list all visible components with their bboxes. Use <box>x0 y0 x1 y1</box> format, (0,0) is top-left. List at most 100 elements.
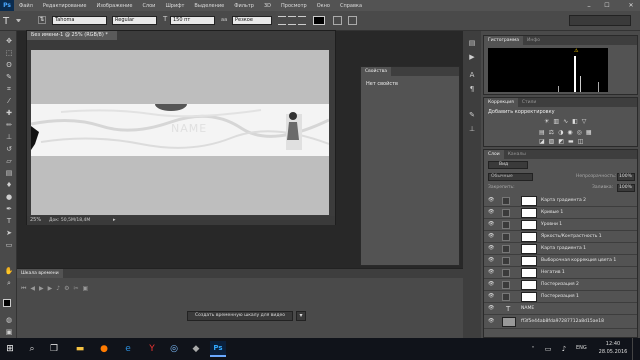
layer-row[interactable]: 👁 Постеризация 1 <box>484 291 637 303</box>
type-tool-icon[interactable]: T <box>4 217 14 226</box>
vibrance-icon[interactable]: ▽ <box>582 118 587 125</box>
layer-row[interactable]: 👁 Негатив 1 <box>484 267 637 279</box>
screen-mode-icon[interactable]: ▣ <box>4 328 14 337</box>
doc-info-arrow-icon[interactable]: ▸ <box>113 216 116 225</box>
layer-row[interactable]: 👁 Выборочная коррекция цвета 1 <box>484 255 637 267</box>
visibility-eye-icon[interactable]: 👁 <box>488 198 494 203</box>
brush-panel-icon[interactable]: ✎ <box>467 111 477 120</box>
firefox-icon[interactable]: ● <box>96 341 112 357</box>
quick-mask-icon[interactable]: ◍ <box>4 316 14 325</box>
visibility-eye-icon[interactable]: 👁 <box>488 246 494 251</box>
character-panel-icon[interactable] <box>348 16 357 25</box>
stamp-tool-icon[interactable]: ⊥ <box>4 133 14 142</box>
menu-image[interactable]: Изображение <box>91 3 137 9</box>
blur-tool-icon[interactable]: ♦ <box>4 181 14 190</box>
close-button[interactable]: ✕ <box>622 0 640 11</box>
layer-row[interactable]: 👁 Карта градиента 1 <box>484 243 637 255</box>
menu-type[interactable]: Шрифт <box>160 3 189 9</box>
character-panel-icon[interactable]: A <box>467 71 477 80</box>
shape-tool-icon[interactable]: ▭ <box>4 241 14 250</box>
visibility-eye-icon[interactable]: 👁 <box>488 294 494 299</box>
edge-icon[interactable]: e <box>120 341 136 357</box>
layer-row[interactable]: 👁 Постеризация 2 <box>484 279 637 291</box>
tab-layers[interactable]: Слои <box>484 150 504 159</box>
visibility-eye-icon[interactable]: 👁 <box>488 222 494 227</box>
visibility-eye-icon[interactable]: 👁 <box>488 210 494 215</box>
volume-icon[interactable]: ♪ <box>556 341 572 357</box>
eyedropper-tool-icon[interactable]: ⁄ <box>4 97 14 106</box>
tab-adjustments[interactable]: Коррекция <box>484 98 518 107</box>
canvas[interactable]: NAME <box>31 50 329 215</box>
layer-mask-thumbnail[interactable] <box>521 196 537 206</box>
menu-select[interactable]: Выделение <box>189 3 229 9</box>
layer-filter-select[interactable]: Вид <box>488 161 528 169</box>
visibility-eye-icon[interactable]: 👁 <box>488 282 494 287</box>
menu-3d[interactable]: 3D <box>259 3 276 9</box>
tab-timeline[interactable]: Шкала времени <box>17 269 63 278</box>
next-frame-icon[interactable]: ▶ <box>48 285 53 295</box>
orientation-toggle-icon[interactable]: ⇅ <box>38 16 46 24</box>
tray-chevron-icon[interactable]: ˄ <box>525 341 541 357</box>
layer-row[interactable]: 👁 ff3f5e44ab8fda97287712a8d15ae18 <box>484 315 637 329</box>
gradient-map-icon[interactable]: ▬ <box>568 138 574 145</box>
align-left-icon[interactable] <box>278 16 286 25</box>
start-button[interactable]: ⊞ <box>2 341 18 357</box>
menu-filter[interactable]: Фильтр <box>229 3 259 9</box>
posterize-icon[interactable]: ▨ <box>549 138 555 145</box>
antialias-select[interactable]: Резкое <box>232 16 272 25</box>
warp-text-icon[interactable] <box>333 16 342 25</box>
layer-row[interactable]: 👁 T NAME <box>484 303 637 315</box>
photo-filter-icon[interactable]: ◉ <box>567 129 572 136</box>
history-brush-tool-icon[interactable]: ↺ <box>4 145 14 154</box>
layer-mask-thumbnail[interactable] <box>521 292 537 302</box>
scissors-icon[interactable]: ✂ <box>74 285 79 295</box>
clock-time[interactable]: 12:40 <box>598 341 628 347</box>
menu-file[interactable]: Файл <box>14 3 38 9</box>
tab-info[interactable]: Инфо <box>523 36 544 45</box>
text-color-swatch[interactable] <box>313 16 325 25</box>
photoshop-taskbar-icon[interactable]: Ps <box>210 341 226 357</box>
timeline-dropdown[interactable]: ▾ <box>296 311 306 321</box>
minimize-button[interactable]: – <box>582 0 596 11</box>
marquee-tool-icon[interactable]: ⬚ <box>4 49 14 58</box>
selective-color-icon[interactable]: ◫ <box>578 138 584 145</box>
menu-layers[interactable]: Слои <box>137 3 160 9</box>
visibility-eye-icon[interactable]: 👁 <box>488 319 494 324</box>
layer-row[interactable]: 👁 Уровни 1 <box>484 219 637 231</box>
menu-edit[interactable]: Редактирование <box>38 3 92 9</box>
maximize-button[interactable]: ☐ <box>600 0 614 11</box>
tab-channels[interactable]: Каналы <box>504 150 530 159</box>
opacity-field[interactable]: 100% <box>617 173 635 181</box>
channel-mixer-icon[interactable]: ◎ <box>577 129 582 136</box>
curves-icon[interactable]: ∿ <box>563 118 568 125</box>
zoom-tool-icon[interactable]: ⌕ <box>4 279 14 288</box>
brightness-icon[interactable]: ☀ <box>544 118 549 125</box>
layer-row[interactable]: 👁 Карта градиента 2 <box>484 195 637 207</box>
foreground-color-swatch[interactable] <box>3 299 11 307</box>
tool-preset-arrow-icon[interactable] <box>16 19 21 23</box>
pen-tool-icon[interactable]: ✒ <box>4 205 14 214</box>
audio-icon[interactable]: ♪ <box>56 285 60 295</box>
prev-frame-icon[interactable]: ◀ <box>30 285 35 295</box>
search-icon[interactable]: ⌕ <box>24 341 40 357</box>
history-panel-icon[interactable]: ▤ <box>467 39 477 48</box>
fill-field[interactable]: 100% <box>617 184 635 192</box>
app-icon[interactable]: ◆ <box>188 341 204 357</box>
transition-icon[interactable]: ▣ <box>83 285 89 295</box>
layer-mask-thumbnail[interactable] <box>521 244 537 254</box>
threshold-icon[interactable]: ◩ <box>558 138 564 145</box>
color-lookup-icon[interactable]: ▦ <box>586 129 592 136</box>
tab-histogram[interactable]: Гистограмма <box>484 36 524 45</box>
move-tool-icon[interactable]: ✥ <box>4 37 14 46</box>
align-right-icon[interactable] <box>298 16 306 25</box>
black-white-icon[interactable]: ◑ <box>558 129 563 136</box>
visibility-eye-icon[interactable]: 👁 <box>488 270 494 275</box>
invert-icon[interactable]: ◪ <box>539 138 545 145</box>
doc-info[interactable]: Док: 50,5M/18,4M <box>49 216 90 225</box>
path-select-tool-icon[interactable]: ➤ <box>4 229 14 238</box>
blend-mode-select[interactable]: Обычные <box>488 173 533 181</box>
align-center-icon[interactable] <box>288 16 296 25</box>
layer-mask-thumbnail[interactable] <box>521 268 537 278</box>
task-view-icon[interactable]: ❐ <box>46 341 62 357</box>
clone-source-panel-icon[interactable]: ⊥ <box>467 125 477 134</box>
